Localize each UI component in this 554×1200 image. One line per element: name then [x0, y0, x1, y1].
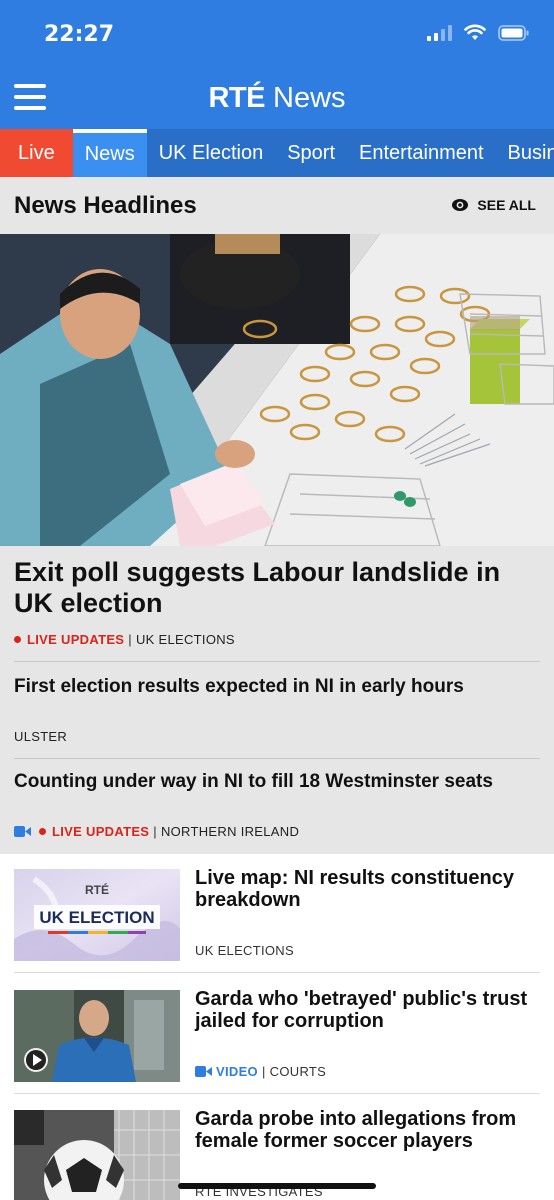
status-time: 22:27 [44, 22, 115, 47]
live-dot-icon [14, 636, 21, 643]
divider [14, 661, 540, 662]
status-icons [427, 24, 530, 41]
logo-product: News [273, 82, 346, 114]
headline-1-title[interactable]: First election results expected in NI in… [14, 676, 540, 698]
tab-uk-election[interactable]: UK Election [147, 129, 276, 177]
headline-2-title[interactable]: Counting under way in NI to fill 18 West… [14, 771, 540, 793]
meta-separator: | [128, 632, 132, 647]
video-label: VIDEO [216, 1064, 258, 1079]
headline-1-meta: ULSTER [14, 729, 67, 744]
see-all-label: SEE ALL [477, 197, 536, 213]
wifi-icon [464, 24, 486, 40]
lead-story-category[interactable]: UK ELECTIONS [136, 632, 235, 647]
story-title: Live map: NI results constituency breakd… [195, 867, 514, 911]
divider [14, 972, 540, 973]
rte-news-logo: RTÉ News [0, 82, 554, 115]
see-all-button[interactable]: SEE ALL [451, 197, 536, 213]
section-title: News Headlines [14, 192, 197, 219]
lead-story-meta: LIVE UPDATES | UK ELECTIONS [14, 632, 235, 647]
vote-counting-photo [0, 234, 554, 546]
story-title: Garda who 'betrayed' public's trust jail… [195, 988, 528, 1032]
news-headlines-section: News Headlines SEE ALL Exit poll suggest… [0, 177, 554, 854]
live-updates-label: LIVE UPDATES [27, 632, 125, 647]
headline-1-category[interactable]: ULSTER [14, 729, 67, 744]
headline-2-category[interactable]: NORTHERN IRELAND [161, 824, 299, 839]
soccer-story-thumbnail [14, 1110, 180, 1200]
lead-story-title[interactable]: Exit poll suggests Labour landslide in U… [14, 557, 544, 619]
list-item[interactable]: RTÉ UK ELECTION Live map: NI results con… [0, 853, 554, 973]
tab-sport[interactable]: Sport [275, 129, 347, 177]
tab-entertainment[interactable]: Entertainment [347, 129, 496, 177]
garda-story-thumbnail [14, 990, 180, 1082]
app-header: RTÉ News [0, 70, 554, 129]
meta-separator: | [153, 824, 157, 839]
thumb-banner-text: UK ELECTION [39, 908, 154, 927]
meta-separator: | [261, 1064, 266, 1079]
tab-business[interactable]: Busin [496, 129, 554, 177]
story-category[interactable]: UK ELECTIONS [195, 943, 294, 958]
live-dot-icon [39, 828, 46, 835]
video-camera-icon [195, 1066, 212, 1077]
story-meta: UK ELECTIONS [195, 943, 294, 958]
status-bar: 22:27 [0, 0, 554, 70]
cellular-signal-icon [427, 24, 452, 41]
story-title: Garda probe into allegations from female… [195, 1108, 517, 1152]
logo-brand: RTÉ [208, 82, 265, 114]
live-updates-label: LIVE UPDATES [52, 824, 150, 839]
story-category[interactable]: COURTS [270, 1064, 326, 1079]
eye-icon [452, 199, 469, 211]
story-meta: VIDEO | COURTS [195, 1064, 326, 1079]
home-indicator[interactable] [178, 1183, 376, 1189]
divider [14, 758, 540, 759]
tab-live[interactable]: Live [0, 129, 73, 177]
list-item[interactable]: Garda who 'betrayed' public's trust jail… [0, 974, 554, 1094]
category-tabs: Live News UK Election Sport Entertainmen… [0, 129, 554, 177]
section-header: News Headlines SEE ALL [0, 177, 554, 234]
thumb-brand-text: RTÉ [85, 882, 109, 897]
lead-story-image[interactable] [0, 234, 554, 546]
uk-election-thumbnail: RTÉ UK ELECTION [14, 869, 180, 961]
video-camera-icon [14, 826, 31, 837]
battery-icon [498, 24, 529, 41]
tab-news[interactable]: News [72, 129, 147, 177]
headline-2-meta: LIVE UPDATES | NORTHERN IRELAND [14, 824, 299, 839]
